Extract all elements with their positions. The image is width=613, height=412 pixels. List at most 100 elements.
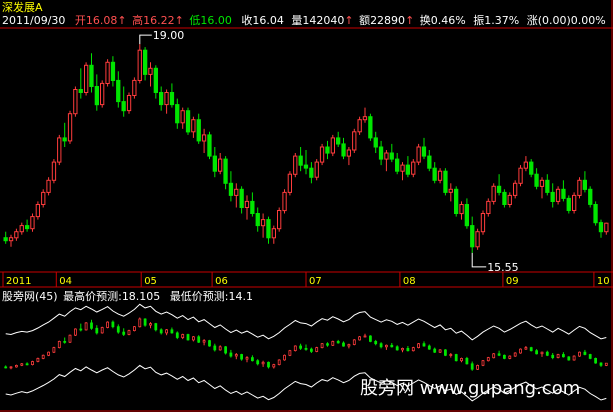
mini-candle-body bbox=[604, 362, 608, 366]
mini-candle-body bbox=[422, 343, 426, 347]
mini-candle-body bbox=[551, 354, 555, 358]
candle-body bbox=[518, 167, 523, 184]
candle-body bbox=[35, 204, 41, 218]
mini-candle-body bbox=[299, 345, 303, 349]
candle-body bbox=[51, 161, 57, 181]
mini-candle-body bbox=[41, 354, 45, 359]
candle-body bbox=[169, 92, 175, 106]
mini-candle-body bbox=[218, 346, 222, 351]
mini-candle-body bbox=[95, 327, 99, 334]
mini-candle-body bbox=[519, 348, 522, 354]
low-marker-line bbox=[471, 252, 487, 268]
candle-body bbox=[400, 164, 405, 172]
x-tick-label: 08 bbox=[403, 276, 416, 287]
mini-candle-body bbox=[122, 331, 126, 335]
candle-body bbox=[148, 67, 153, 75]
candle-body bbox=[593, 204, 598, 224]
mini-candle-body bbox=[256, 360, 260, 365]
mini-candle-body bbox=[331, 340, 335, 346]
candle-body bbox=[126, 95, 132, 112]
mini-candle-body bbox=[36, 357, 40, 362]
mini-candle-body bbox=[395, 346, 399, 351]
mini-candle-body bbox=[272, 364, 276, 368]
mini-candle-body bbox=[100, 327, 104, 334]
mini-candle-body bbox=[342, 342, 345, 347]
mini-candle-body bbox=[336, 340, 340, 344]
candle-body bbox=[454, 188, 459, 215]
candle-body bbox=[191, 119, 196, 133]
candle-body bbox=[201, 134, 207, 142]
mini-candle-body bbox=[326, 343, 329, 346]
candle-body bbox=[293, 155, 298, 175]
candle-body bbox=[30, 216, 35, 230]
candle-body bbox=[19, 225, 24, 233]
mini-candle-body bbox=[379, 343, 383, 348]
candle-body bbox=[185, 110, 191, 133]
mini-candle-body bbox=[358, 336, 362, 341]
mini-candle-body bbox=[149, 323, 152, 326]
mini-candle-body bbox=[111, 321, 115, 328]
mini-candle-body bbox=[320, 343, 324, 349]
candle-body bbox=[416, 146, 421, 163]
candle-body bbox=[94, 86, 99, 106]
mini-candle-body bbox=[229, 352, 233, 357]
candle-body bbox=[523, 161, 529, 169]
mini-candle-body bbox=[84, 322, 88, 331]
candle-body bbox=[384, 152, 389, 160]
candle-body bbox=[362, 116, 368, 121]
mini-candle-body bbox=[352, 339, 356, 345]
mini-candle-body bbox=[202, 340, 206, 343]
mini-candle-body bbox=[47, 351, 50, 356]
candle-body bbox=[405, 164, 411, 175]
candle-body bbox=[89, 64, 94, 88]
mini-candle-body bbox=[363, 335, 367, 338]
mini-candle-body bbox=[438, 349, 442, 353]
candle-body bbox=[8, 237, 14, 242]
candle-body bbox=[507, 194, 512, 205]
mini-candle-body bbox=[277, 359, 281, 365]
candle-body bbox=[513, 182, 518, 196]
x-tick-label: 06 bbox=[215, 276, 228, 287]
chart-canvas[interactable]: 19.00 15.55 2011 04 05 06 07 08 09 10 bbox=[0, 0, 613, 412]
candle-body bbox=[137, 49, 142, 81]
candle-body bbox=[378, 146, 384, 160]
mini-candle-body bbox=[14, 364, 18, 368]
candle-body bbox=[67, 113, 73, 142]
candle-body bbox=[491, 185, 496, 202]
mini-candle-body bbox=[545, 351, 549, 356]
candle-body bbox=[260, 219, 266, 227]
mini-candle-body bbox=[578, 351, 581, 357]
candle-body bbox=[282, 191, 287, 212]
mini-candle-body bbox=[234, 354, 238, 357]
candle-body bbox=[319, 146, 325, 163]
candle-body bbox=[550, 191, 555, 202]
mini-candle-body bbox=[513, 352, 517, 357]
mini-candle-body bbox=[486, 357, 490, 362]
mini-candle-body bbox=[470, 363, 474, 370]
high-forecast-line bbox=[5, 303, 607, 341]
candle-body bbox=[352, 131, 357, 151]
mini-candle-body bbox=[417, 343, 421, 349]
candle-body bbox=[116, 79, 121, 103]
candle-body bbox=[223, 158, 228, 184]
candle-body bbox=[529, 161, 534, 175]
mini-candle-body bbox=[562, 354, 565, 358]
mini-candle-body bbox=[293, 345, 297, 351]
candle-body bbox=[459, 204, 464, 215]
mini-candle-body bbox=[159, 329, 163, 334]
candle-body bbox=[175, 104, 180, 124]
candle-body bbox=[298, 155, 303, 166]
mini-candle-body bbox=[460, 357, 463, 362]
mini-candle-body bbox=[224, 346, 228, 354]
mini-candle-body bbox=[165, 329, 169, 334]
candle-body bbox=[239, 188, 244, 209]
mini-candle-body bbox=[132, 326, 136, 332]
mini-candle-body bbox=[315, 347, 319, 352]
candle-body bbox=[448, 188, 453, 193]
mini-candle-body bbox=[594, 357, 597, 364]
mini-candle-body bbox=[250, 357, 254, 362]
mini-candle-body bbox=[181, 334, 185, 338]
candle-body bbox=[496, 185, 502, 193]
mini-candle-body bbox=[138, 318, 142, 328]
stock-chart-window: 深发展A 2011/09/30 开16.08↑ 高16.22↑ 低16.00 收… bbox=[0, 0, 613, 412]
